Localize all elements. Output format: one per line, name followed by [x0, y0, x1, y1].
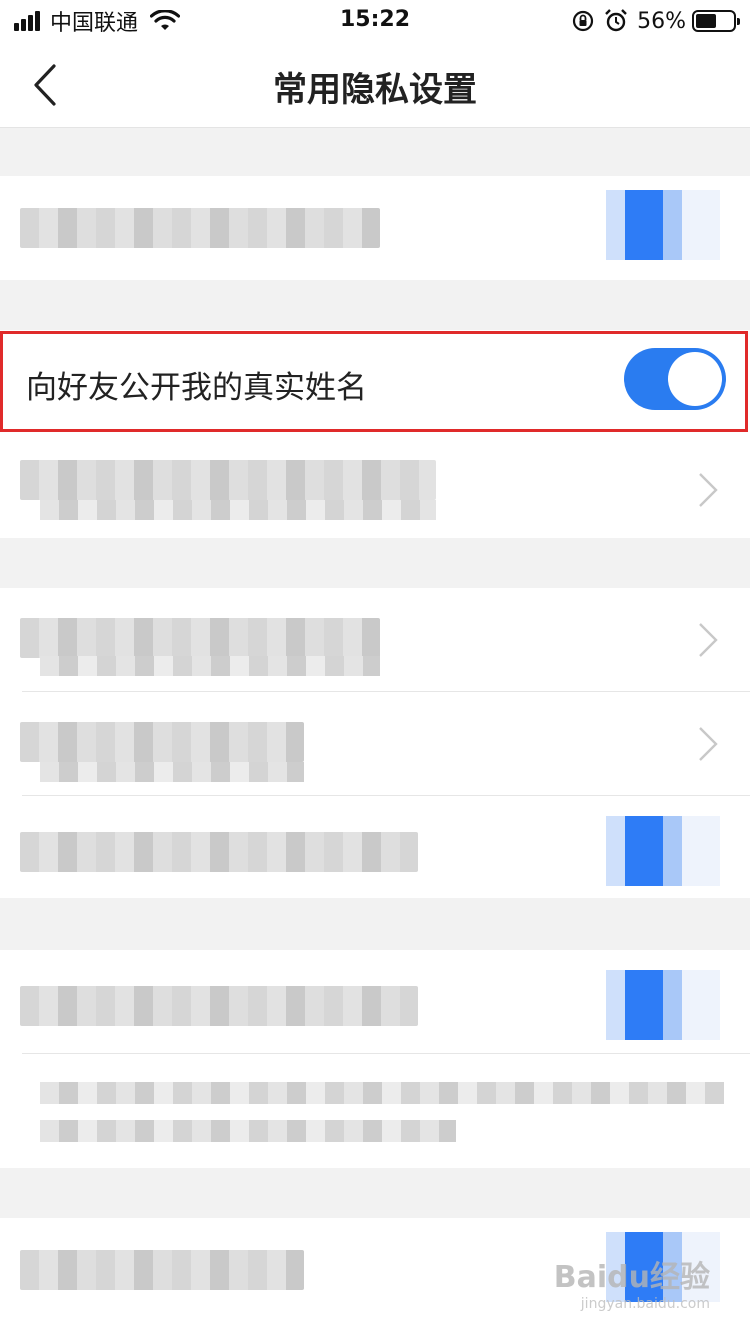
battery-icon: [692, 10, 740, 32]
page-title: 常用隐私设置: [273, 70, 477, 110]
chevron-right-icon: [699, 473, 718, 507]
setting-row-blurred-1[interactable]: [0, 176, 750, 280]
setting-row-real-name[interactable]: 向好友公开我的真实姓名: [0, 330, 750, 434]
alarm-icon: [605, 9, 627, 32]
battery-percent: 56%: [637, 8, 686, 34]
blurred-label: [20, 832, 418, 872]
toggle-switch-blurred[interactable]: [606, 970, 720, 1040]
watermark: Baidu经验 jingyan.baidu.com: [554, 1252, 710, 1312]
toggle-switch-blurred[interactable]: [606, 190, 720, 260]
battery-fill: [696, 14, 717, 28]
setting-row-blurred-2[interactable]: [0, 434, 750, 538]
blurred-description-line: [40, 1120, 456, 1142]
chevron-right-icon: [699, 623, 718, 657]
blurred-label: [20, 1250, 304, 1290]
blurred-sublabel: [40, 500, 436, 520]
blurred-label: [20, 986, 418, 1026]
blurred-label: [20, 618, 380, 658]
blurred-label: [20, 722, 304, 762]
blurred-description-line: [40, 1082, 724, 1104]
toggle-knob: [668, 352, 722, 406]
toggle-switch-blurred[interactable]: [606, 816, 720, 886]
blurred-sublabel: [40, 656, 380, 676]
watermark-url: jingyan.baidu.com: [580, 1296, 710, 1312]
blurred-sublabel: [40, 762, 304, 782]
blurred-label: [20, 208, 380, 248]
watermark-logo: Baidu经验: [553, 1260, 710, 1295]
orientation-lock-icon: [572, 10, 594, 32]
real-name-toggle[interactable]: [624, 348, 726, 410]
status-bar: 中国联通 15:22 56%: [0, 0, 750, 42]
chevron-right-icon: [699, 727, 718, 761]
setting-row-blurred-5[interactable]: [0, 796, 750, 898]
setting-description-blurred: [0, 1054, 750, 1168]
setting-row-blurred-4[interactable]: [0, 692, 750, 796]
setting-row-blurred-3[interactable]: [0, 588, 750, 692]
status-right: 56%: [571, 6, 740, 36]
blurred-label: [20, 460, 436, 500]
nav-bar: 常用隐私设置: [0, 42, 750, 128]
setting-row-blurred-6[interactable]: [0, 950, 750, 1054]
real-name-label: 向好友公开我的真实姓名: [26, 370, 367, 406]
